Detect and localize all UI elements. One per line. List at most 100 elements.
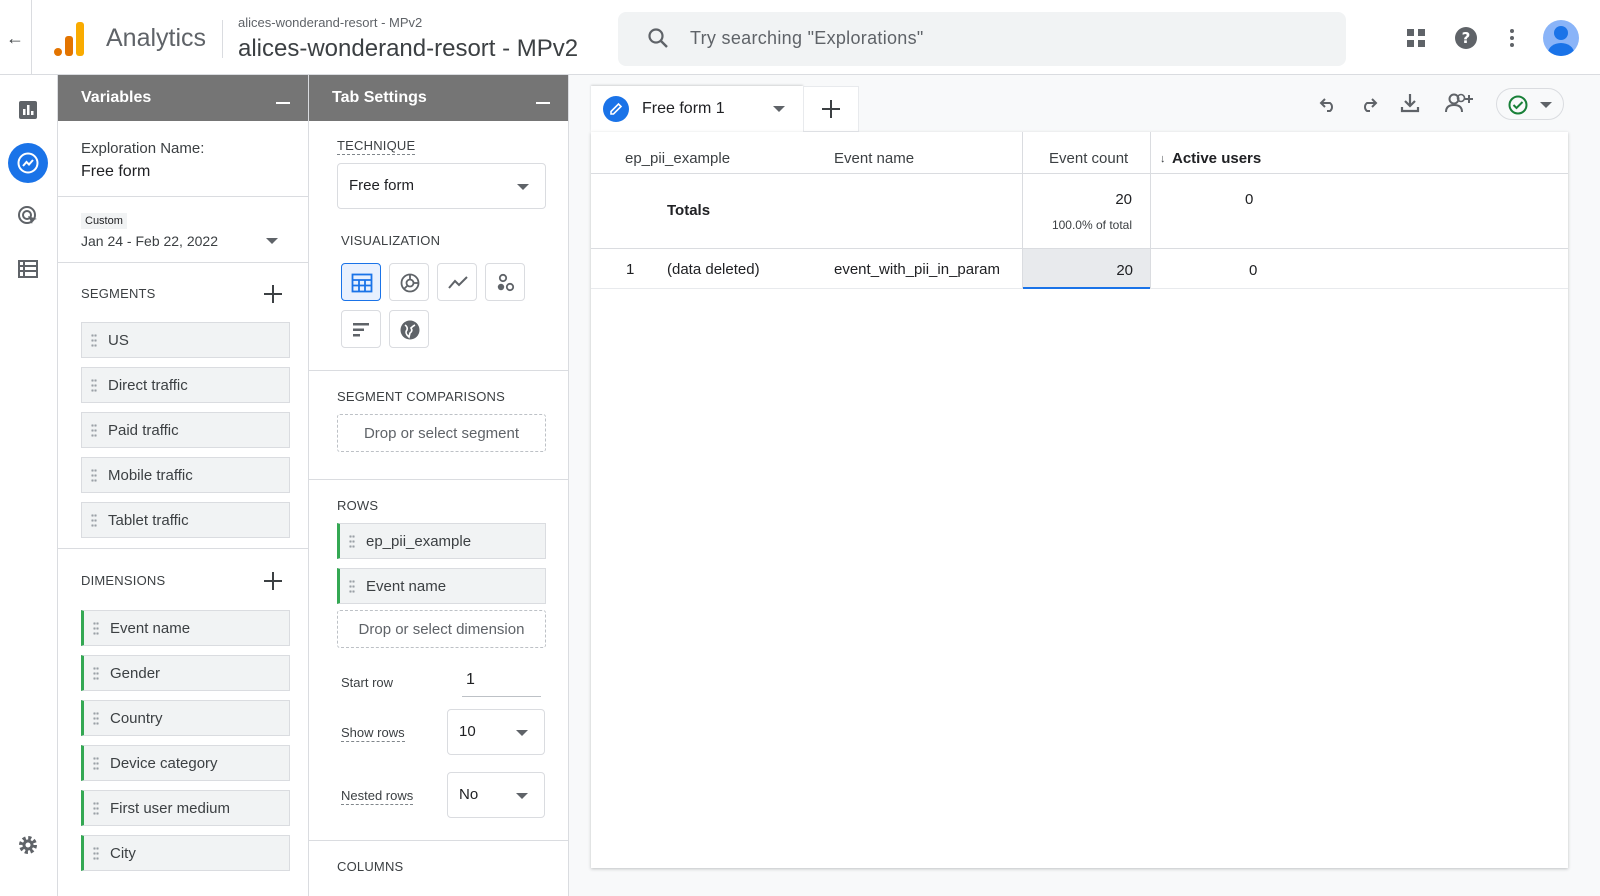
divider: [309, 840, 568, 841]
column-header-event-count[interactable]: Event count: [1049, 150, 1128, 167]
data-quality-status[interactable]: [1496, 88, 1564, 120]
drag-handle-icon[interactable]: [349, 534, 355, 550]
nested-rows-value: No: [459, 786, 479, 803]
segment-chip[interactable]: Tablet traffic: [81, 502, 290, 538]
segment-chip[interactable]: Paid traffic: [81, 412, 290, 448]
segment-chip[interactable]: US: [81, 322, 290, 358]
sort-descending-arrow-icon[interactable]: ↓: [1160, 153, 1166, 165]
drag-handle-icon[interactable]: [91, 378, 97, 394]
apps-grid-icon[interactable]: [1404, 26, 1428, 50]
edit-pencil-icon[interactable]: [603, 96, 629, 122]
nav-explore-icon[interactable]: [8, 143, 48, 183]
analytics-logo[interactable]: [52, 20, 86, 58]
show-rows-select[interactable]: 10: [447, 709, 545, 755]
divider: [591, 173, 1568, 174]
add-tab-button[interactable]: [803, 86, 859, 132]
drag-handle-icon[interactable]: [91, 468, 97, 484]
viz-scatter-icon[interactable]: [485, 263, 525, 301]
chip-label: Direct traffic: [108, 377, 188, 394]
download-icon[interactable]: [1398, 91, 1422, 115]
nav-reports-icon[interactable]: [8, 90, 48, 130]
minimize-icon[interactable]: [536, 102, 550, 104]
viz-donut-icon[interactable]: [389, 263, 429, 301]
property-selector[interactable]: alices-wonderand-resort - MPv2: [238, 35, 578, 63]
dimension-chip[interactable]: Device category: [81, 745, 290, 781]
start-row-input[interactable]: 1: [462, 665, 541, 697]
row-index: 1: [626, 261, 635, 278]
drag-handle-icon[interactable]: [93, 846, 99, 862]
top-bar: ← Analytics alices-wonderand-resort - MP…: [0, 0, 1600, 75]
column-header-ep-pii-example[interactable]: ep_pii_example: [625, 150, 730, 167]
row-event-name[interactable]: event_with_pii_in_param: [834, 261, 1000, 278]
dimension-chip[interactable]: City: [81, 835, 290, 871]
dimension-chip[interactable]: Country: [81, 700, 290, 736]
free-form-table: [591, 132, 1568, 868]
account-path[interactable]: alices-wonderand-resort - MPv2: [238, 15, 422, 30]
help-icon[interactable]: ?: [1454, 26, 1478, 50]
dimension-drop-zone[interactable]: Drop or select dimension: [337, 610, 546, 648]
add-dimension-plus-icon[interactable]: [264, 572, 282, 590]
chip-label: Tablet traffic: [108, 512, 189, 529]
dimension-chip[interactable]: First user medium: [81, 790, 290, 826]
drag-handle-icon[interactable]: [93, 666, 99, 682]
account-avatar[interactable]: [1543, 20, 1579, 56]
start-row-label: Start row: [341, 675, 394, 690]
drag-handle-icon[interactable]: [93, 711, 99, 727]
show-rows-label: Show rows: [341, 725, 405, 742]
date-range-selector[interactable]: Jan 24 - Feb 22, 2022: [81, 233, 218, 249]
row-dimension-chip[interactable]: ep_pii_example: [337, 523, 546, 559]
drag-handle-icon[interactable]: [91, 333, 97, 349]
drag-handle-icon[interactable]: [93, 621, 99, 637]
chip-label: Mobile traffic: [108, 467, 193, 484]
chip-label: ep_pii_example: [366, 533, 472, 550]
viz-geo-map-icon[interactable]: [389, 310, 429, 348]
segment-drop-zone[interactable]: Drop or select segment: [337, 414, 546, 452]
row-dimension-chip[interactable]: Event name: [337, 568, 546, 604]
divider: [58, 548, 309, 549]
date-dropdown-caret-icon[interactable]: [266, 238, 278, 244]
column-header-active-users[interactable]: Active users: [1172, 150, 1261, 167]
undo-icon[interactable]: [1316, 91, 1340, 115]
segments-label: SEGMENTS: [81, 286, 156, 301]
add-segment-plus-icon[interactable]: [264, 285, 282, 303]
minimize-icon[interactable]: [276, 102, 290, 104]
dimension-chip[interactable]: Gender: [81, 655, 290, 691]
search-bar[interactable]: Try searching "Explorations": [618, 12, 1346, 66]
nav-configure-icon[interactable]: [8, 249, 48, 289]
settings-gear-icon[interactable]: [8, 825, 48, 865]
chevron-down-icon: [1540, 102, 1552, 108]
chip-label: Event name: [110, 620, 191, 637]
app-title: Analytics: [106, 24, 207, 52]
tab-free-form-1[interactable]: Free form 1: [591, 86, 803, 132]
drag-handle-icon[interactable]: [349, 579, 355, 595]
plus-icon: [822, 100, 840, 118]
totals-event-count: 20: [1115, 191, 1132, 208]
redo-icon[interactable]: [1357, 91, 1381, 115]
totals-active-users: 0: [1245, 191, 1254, 208]
exploration-name-input[interactable]: Free form: [81, 163, 150, 181]
segment-chip[interactable]: Mobile traffic: [81, 457, 290, 493]
share-add-person-icon[interactable]: [1444, 91, 1474, 115]
row-event-count[interactable]: 20: [1103, 262, 1133, 279]
search-icon: [648, 28, 668, 48]
more-vert-icon[interactable]: [1500, 26, 1524, 50]
row-ep-pii-example[interactable]: (data deleted): [667, 261, 760, 278]
chip-label: US: [108, 332, 129, 349]
dimension-chip[interactable]: Event name: [81, 610, 290, 646]
segment-chip[interactable]: Direct traffic: [81, 367, 290, 403]
chevron-down-icon: [516, 730, 528, 736]
column-header-event-name[interactable]: Event name: [834, 150, 914, 167]
technique-select[interactable]: Free form: [337, 163, 546, 209]
nav-advertising-icon[interactable]: [8, 196, 48, 236]
drag-handle-icon[interactable]: [91, 423, 97, 439]
nested-rows-select[interactable]: No: [447, 772, 545, 818]
drag-handle-icon[interactable]: [93, 756, 99, 772]
drag-handle-icon[interactable]: [91, 513, 97, 529]
back-arrow-icon[interactable]: ←: [4, 27, 26, 49]
viz-bar-chart-icon[interactable]: [341, 310, 381, 348]
viz-table-icon[interactable]: [341, 263, 381, 301]
viz-line-chart-icon[interactable]: [437, 263, 477, 301]
tab-menu-caret-icon[interactable]: [773, 106, 785, 112]
row-active-users[interactable]: 0: [1249, 262, 1257, 279]
drag-handle-icon[interactable]: [93, 801, 99, 817]
